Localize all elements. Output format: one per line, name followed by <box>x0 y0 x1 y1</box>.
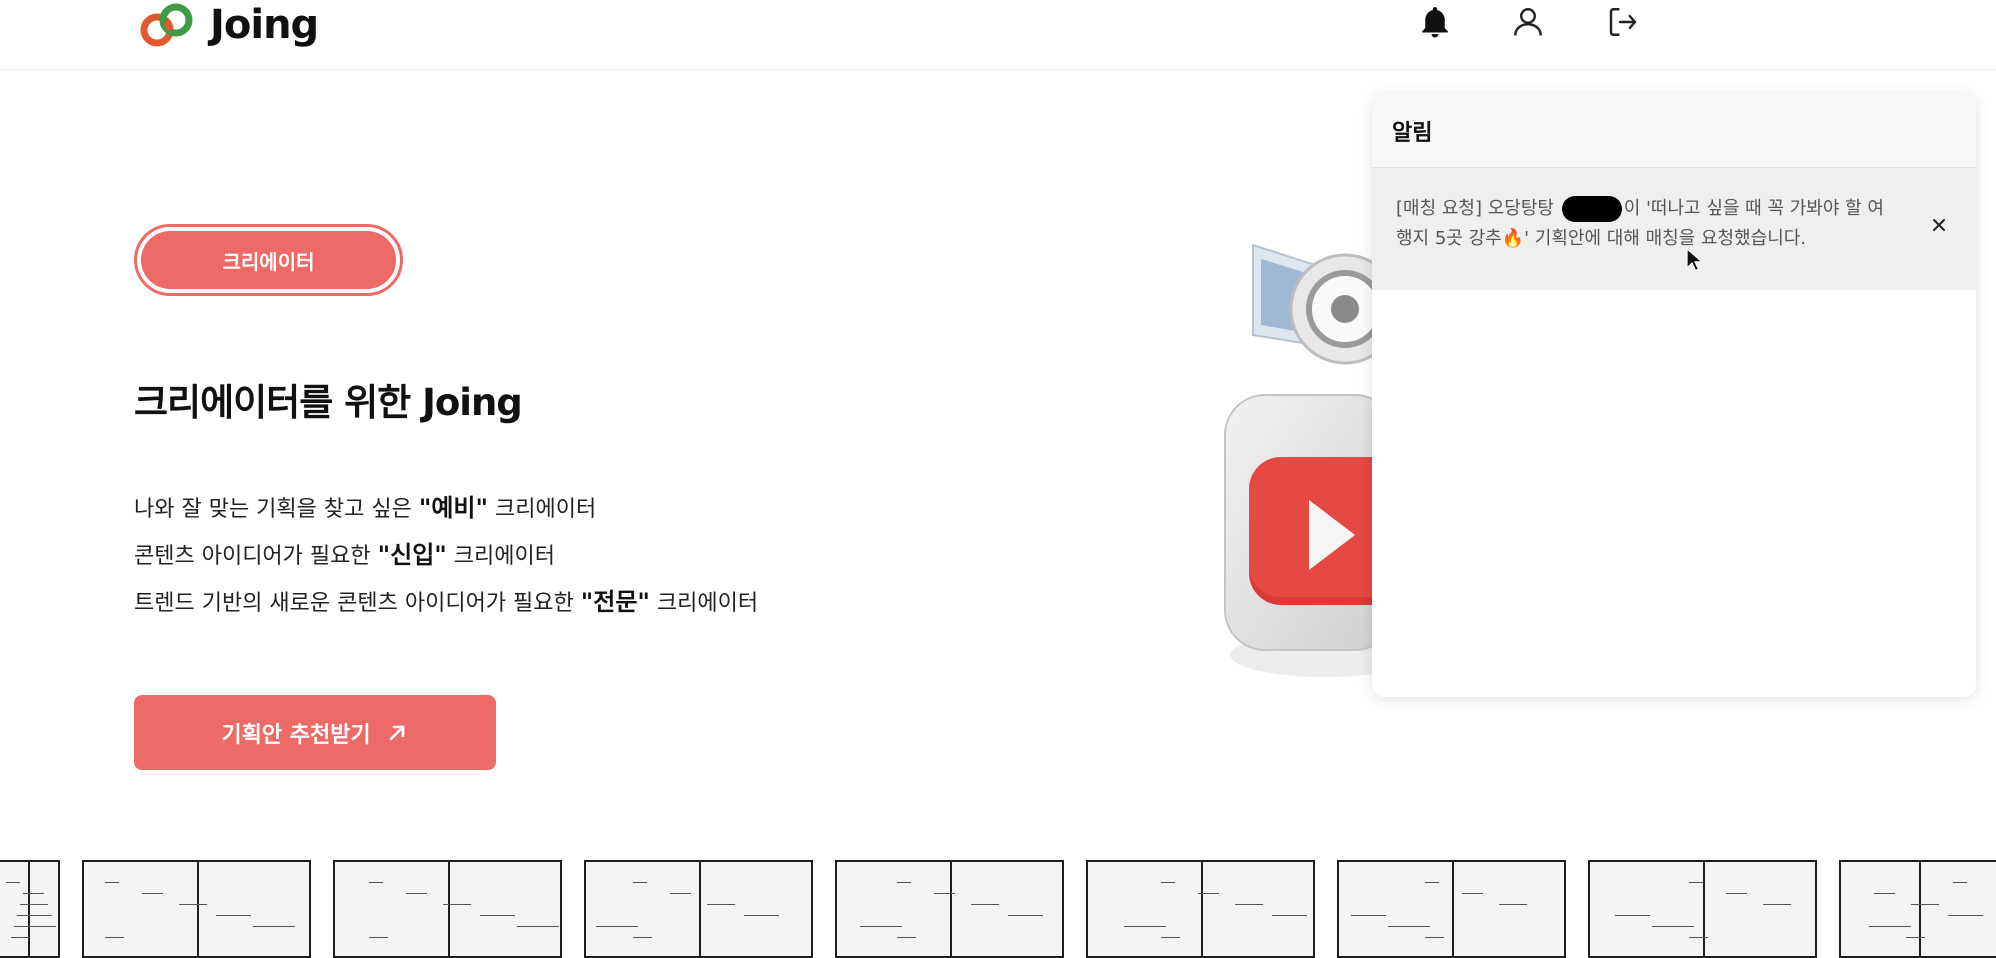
get-recommendation-button[interactable]: 기획안 추천받기 <box>134 695 496 770</box>
comic-thumbnail[interactable] <box>0 860 60 958</box>
comic-thumbnail[interactable] <box>1588 860 1817 958</box>
comic-thumbnail[interactable] <box>1337 860 1566 958</box>
hero-line-1-text: 나와 잘 맞는 기획을 찾고 싶은 <box>134 497 419 522</box>
logo-mark-icon <box>140 3 193 47</box>
notification-panel-title: 알림 <box>1372 94 1976 168</box>
hero-line-1-emph: "예비" <box>418 494 489 522</box>
notification-item[interactable]: [매칭 요청] 오당탕탕 이 '떠나고 싶을 때 꼭 가봐야 할 여행지 5곳 … <box>1372 168 1976 290</box>
hero-line-3-text: 트렌드 기반의 새로운 콘텐츠 아이디어가 필요한 <box>134 591 581 616</box>
hero-line-3-emph: "전문" <box>580 588 650 616</box>
creator-pill-button[interactable]: 크리에이터 <box>134 224 403 296</box>
hero-line-2-text: 콘텐츠 아이디어가 필요한 <box>134 544 378 569</box>
hero-line-2-emph: "신입" <box>377 541 447 569</box>
comic-thumbnail[interactable] <box>1086 860 1315 958</box>
close-icon[interactable] <box>1928 214 1950 236</box>
hero-line-1: 나와 잘 맞는 기획을 찾고 싶은 "예비" 크리에이터 <box>134 488 596 523</box>
cta-label: 기획안 추천받기 <box>221 722 371 748</box>
comic-thumbnail[interactable] <box>1839 860 1996 958</box>
comic-thumbnail[interactable] <box>82 860 311 958</box>
comic-thumbnail-strip <box>0 860 1996 958</box>
user-icon[interactable] <box>1508 2 1548 42</box>
hero-line-2: 콘텐츠 아이디어가 필요한 "신입" 크리에이터 <box>134 535 555 570</box>
comic-thumbnail[interactable] <box>584 860 813 958</box>
mouse-cursor-icon <box>1686 248 1702 272</box>
redacted-name <box>1561 196 1622 222</box>
camera-illustration <box>1224 243 1375 677</box>
hero-line-2-suffix: 크리에이터 <box>446 544 555 569</box>
bell-icon[interactable] <box>1415 2 1455 42</box>
comic-thumbnail[interactable] <box>835 860 1064 958</box>
hero-line-3: 트렌드 기반의 새로운 콘텐츠 아이디어가 필요한 "전문" 크리에이터 <box>134 582 758 617</box>
hero-title: 크리에이터를 위한 Joing <box>134 381 523 424</box>
logo[interactable]: Joing <box>138 0 319 50</box>
notification-panel: 알림 [매칭 요청] 오당탕탕 이 '떠나고 싶을 때 꼭 가봐야 할 여행지 … <box>1372 94 1976 697</box>
arrow-up-right-icon <box>389 725 404 740</box>
comic-thumbnail[interactable] <box>333 860 562 958</box>
hero-line-3-suffix: 크리에이터 <box>649 591 759 616</box>
top-nav: Joing <box>0 0 1996 70</box>
creator-pill-label: 크리에이터 <box>141 231 396 289</box>
logo-text: Joing <box>210 2 319 48</box>
hero-line-1-suffix: 크리에이터 <box>488 497 597 522</box>
logout-icon[interactable] <box>1603 2 1643 42</box>
notification-text: [매칭 요청] 오당탕탕 <box>1396 198 1560 219</box>
